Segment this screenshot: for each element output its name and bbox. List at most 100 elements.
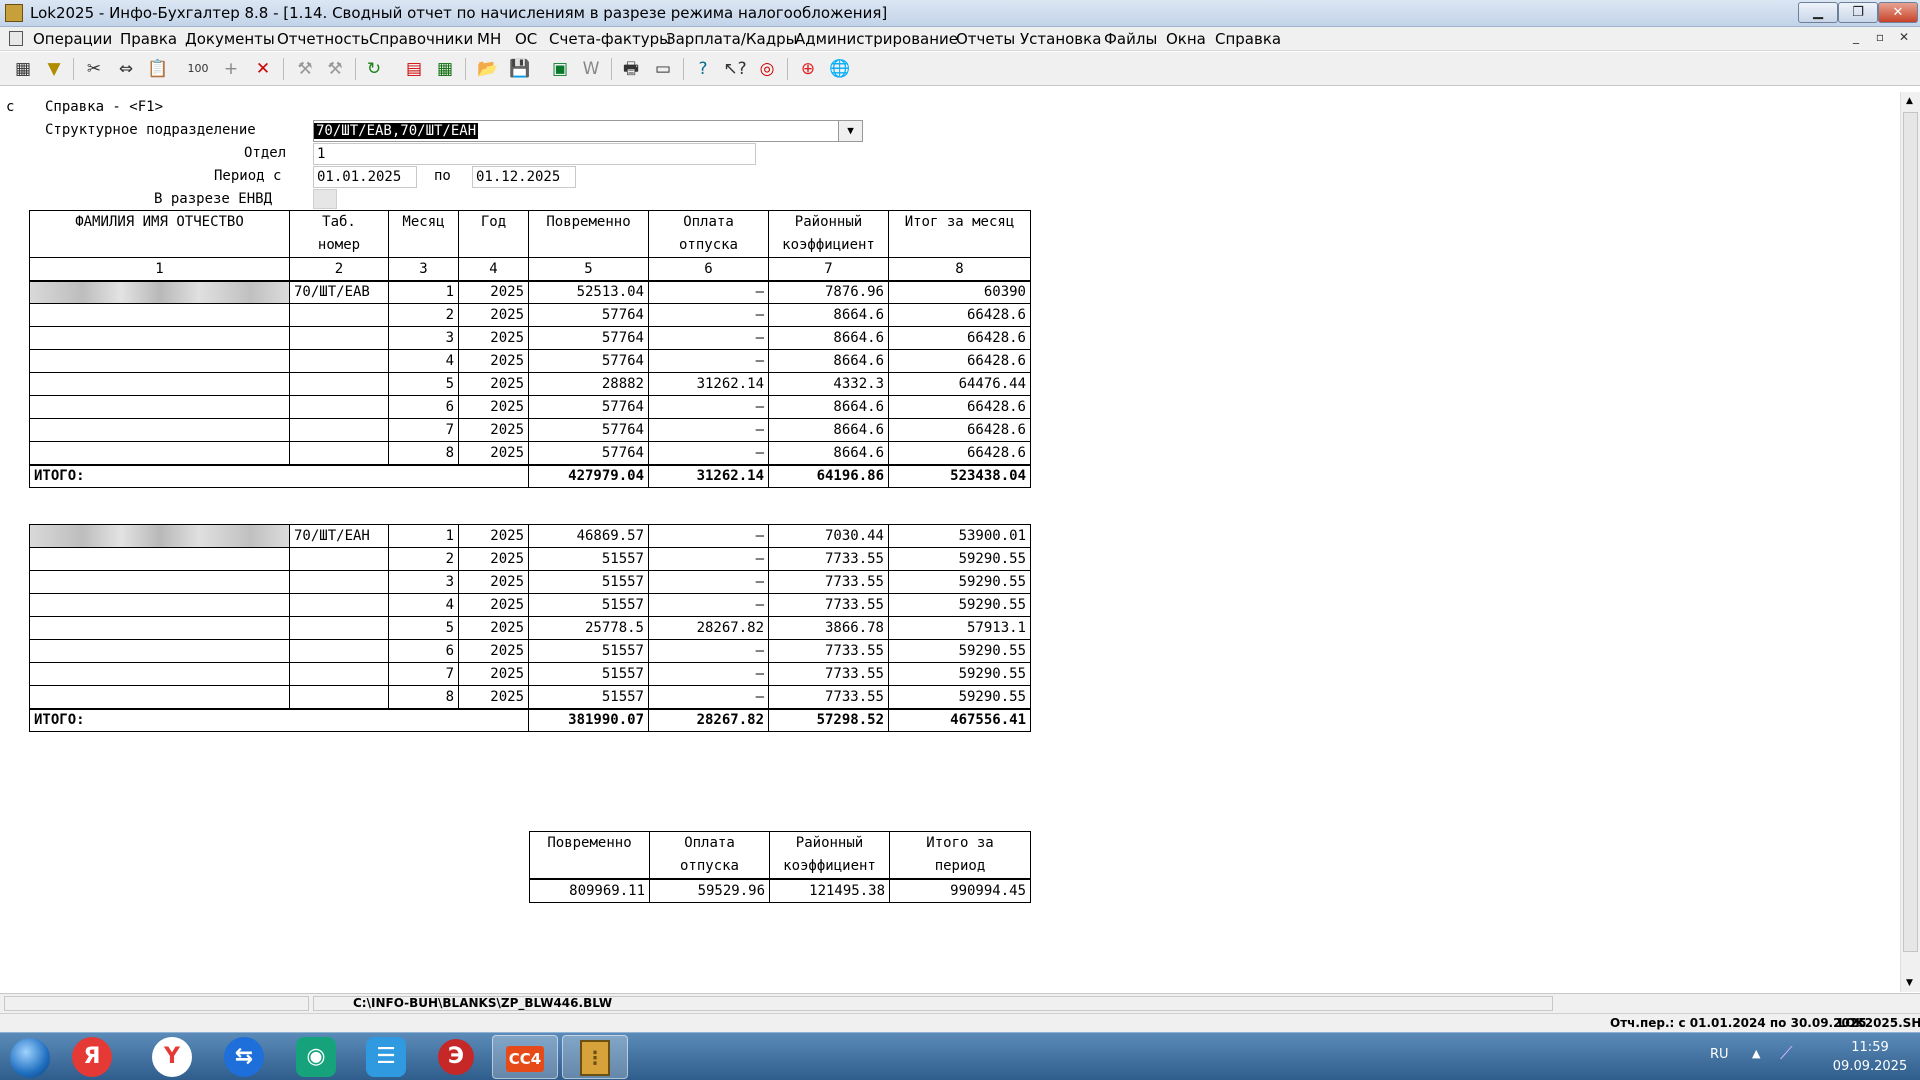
envd-label: В разрезе ЕНВД (154, 191, 273, 207)
vertical-scrollbar[interactable]: ▲ ▼ (1900, 92, 1920, 992)
table-row[interactable]: 5 2025 25778.5 28267.82 3866.78 57913.1 (29, 616, 1031, 640)
compass-icon[interactable]: ◎ (754, 56, 780, 82)
cut-icon[interactable]: ✂ (81, 56, 107, 82)
lifebuoy-icon[interactable]: ⊕ (795, 56, 821, 82)
mdi-doc-icon[interactable] (9, 31, 23, 46)
period-to-field[interactable]: 01.12.2025 (472, 166, 576, 188)
mdi-minimize-button[interactable]: _ (1846, 30, 1866, 47)
abacus-icon[interactable]: ⋮ (562, 1035, 628, 1079)
messenger-icon[interactable]: ◉ (296, 1037, 336, 1077)
table-row[interactable]: 7 2025 57764–8664.6 66428.6 (29, 418, 1031, 442)
table-cell: 1 (29, 257, 290, 282)
table-row[interactable]: 4 2025 51557–7733.55 59290.55 (29, 593, 1031, 617)
help-icon[interactable]: ? (690, 56, 716, 82)
table-cell (289, 685, 389, 709)
tool2-icon[interactable]: ⚒ (322, 56, 348, 82)
calendar-icon[interactable]: ▤ (401, 56, 427, 82)
filter-icon[interactable]: ▼ (41, 56, 67, 82)
language-indicator[interactable]: RU (1710, 1047, 1729, 1062)
close-button[interactable]: ✕ (1878, 2, 1918, 23)
copy-icon[interactable]: ⇔ (113, 56, 139, 82)
menu-settings[interactable]: Установка (1020, 30, 1101, 48)
table-cell: 66428.6 (888, 418, 1031, 442)
table-cell: 5 (388, 372, 459, 396)
menu-os[interactable]: ОС (515, 30, 537, 48)
restore-button[interactable]: ❐ (1838, 2, 1878, 23)
scroll-thumb[interactable] (1903, 112, 1918, 952)
save-icon[interactable]: 💾 (507, 56, 533, 82)
menu-reporting[interactable]: Отчетность (277, 30, 369, 48)
column-header: Районный коэффициент (768, 210, 889, 258)
dept-field[interactable]: 1 (313, 143, 756, 165)
menu-documents[interactable]: Документы (185, 30, 275, 48)
menu-reports[interactable]: Отчеты (956, 30, 1015, 48)
app-e-icon[interactable]: Э (424, 1035, 488, 1079)
chat-icon[interactable]: ☰ (366, 1037, 406, 1077)
open-folder-icon[interactable]: 📂 (475, 56, 501, 82)
table-row[interactable]: 3 2025 57764–8664.6 66428.6 (29, 326, 1031, 350)
scroll-down-icon[interactable]: ▼ (1906, 978, 1913, 988)
mdi-restore-button[interactable]: ▫ (1870, 30, 1890, 47)
menu-windows[interactable]: Окна (1166, 30, 1206, 48)
table-row[interactable]: 8 2025 57764–8664.6 66428.6 (29, 441, 1031, 465)
table-row[interactable]: 7 2025 51557–7733.55 59290.55 (29, 662, 1031, 686)
table-row[interactable]: 6 2025 51557–7733.55 59290.55 (29, 639, 1031, 663)
table-cell (289, 395, 389, 419)
refresh-icon[interactable]: ↻ (361, 56, 387, 82)
table-row[interactable]: 2 2025 57764–8664.6 66428.6 (29, 303, 1031, 327)
menu-edit[interactable]: Правка (120, 30, 177, 48)
clock-date: 09.09.2025 (1832, 1059, 1908, 1074)
menu-references[interactable]: Справочники (369, 30, 473, 48)
tool-icon[interactable]: ⚒ (292, 56, 318, 82)
yandex-browser-icon[interactable]: Y (152, 1037, 192, 1077)
app-icon[interactable] (5, 4, 23, 22)
menu-invoices[interactable]: Счета-фактуры (549, 30, 671, 48)
table-row[interactable]: 5 2025 28882 31262.14 4332.3 64476.44 (29, 372, 1031, 396)
minimize-button[interactable]: ▁ (1798, 2, 1838, 23)
envd-checkbox[interactable] (313, 189, 337, 209)
table-row[interactable]: 6 2025 57764–8664.6 66428.6 (29, 395, 1031, 419)
menu-operations[interactable]: Операции (33, 30, 112, 48)
numbering-icon[interactable]: 100 (185, 56, 211, 82)
column-header-line: Повременно (546, 214, 631, 230)
excel-icon[interactable]: ▣ (547, 56, 573, 82)
table-row[interactable]: 8 2025 51557–7733.55 59290.55 (29, 685, 1031, 709)
column-header-line: Оплата (683, 214, 734, 230)
preview-icon[interactable]: ▭ (650, 56, 676, 82)
menu-payroll[interactable]: Зарплата/Кадры (666, 30, 797, 48)
table-cell (29, 639, 290, 663)
globe-icon[interactable]: 🌐 (827, 56, 853, 82)
cc4-icon[interactable]: CC4 (492, 1035, 558, 1079)
menu-help[interactable]: Справка (1215, 30, 1281, 48)
calculator-icon[interactable]: ▦ (432, 56, 458, 82)
teamviewer-icon[interactable]: ⇆ (224, 1037, 264, 1077)
start-button[interactable] (10, 1038, 50, 1078)
grid-icon[interactable]: ▦ (10, 56, 36, 82)
scroll-up-icon[interactable]: ▲ (1906, 96, 1913, 106)
table-row[interactable]: 70/ШТ/ЕАВ 1 2025 52513.04–7876.96 60390 (29, 280, 1031, 304)
table-cell: 8664.6 (768, 303, 889, 327)
yandex-icon[interactable]: Я (72, 1037, 112, 1077)
clock[interactable]: 11:59 09.09.2025 (1830, 1038, 1910, 1076)
menu-files[interactable]: Файлы (1104, 30, 1157, 48)
add-icon[interactable]: + (218, 56, 244, 82)
menu-mn[interactable]: МН (477, 30, 501, 48)
mdi-close-button[interactable]: ✕ (1894, 30, 1914, 47)
table-row[interactable]: 70/ШТ/ЕАН 1 2025 46869.57–7030.44 53900.01 (29, 524, 1031, 548)
chevron-down-icon[interactable]: ▼ (838, 121, 862, 141)
table-row[interactable]: 3 2025 51557–7733.55 59290.55 (29, 570, 1031, 594)
context-help-icon[interactable]: ↖? (722, 56, 748, 82)
table-cell: 59290.55 (888, 639, 1031, 663)
subdivision-combo[interactable]: 70/ШТ/ЕАВ,70/ШТ/ЕАН ▼ (313, 120, 863, 142)
table-row[interactable]: 2 2025 51557–7733.55 59290.55 (29, 547, 1031, 571)
table-row[interactable]: 4 2025 57764–8664.6 66428.6 (29, 349, 1031, 373)
tray-pen-icon[interactable]: ⟋ (1780, 1043, 1793, 1064)
delete-icon[interactable]: ✕ (250, 56, 276, 82)
print-icon[interactable]: 🖶 (618, 56, 644, 82)
period-from-field[interactable]: 01.01.2025 (313, 166, 417, 188)
tray-arrow-icon[interactable]: ▲ (1752, 1047, 1760, 1060)
paste-icon[interactable]: 📋 (145, 56, 171, 82)
word-icon[interactable]: W (578, 56, 604, 82)
table-cell: 2025 (458, 349, 529, 373)
menu-administration[interactable]: Администрирование (795, 30, 958, 48)
